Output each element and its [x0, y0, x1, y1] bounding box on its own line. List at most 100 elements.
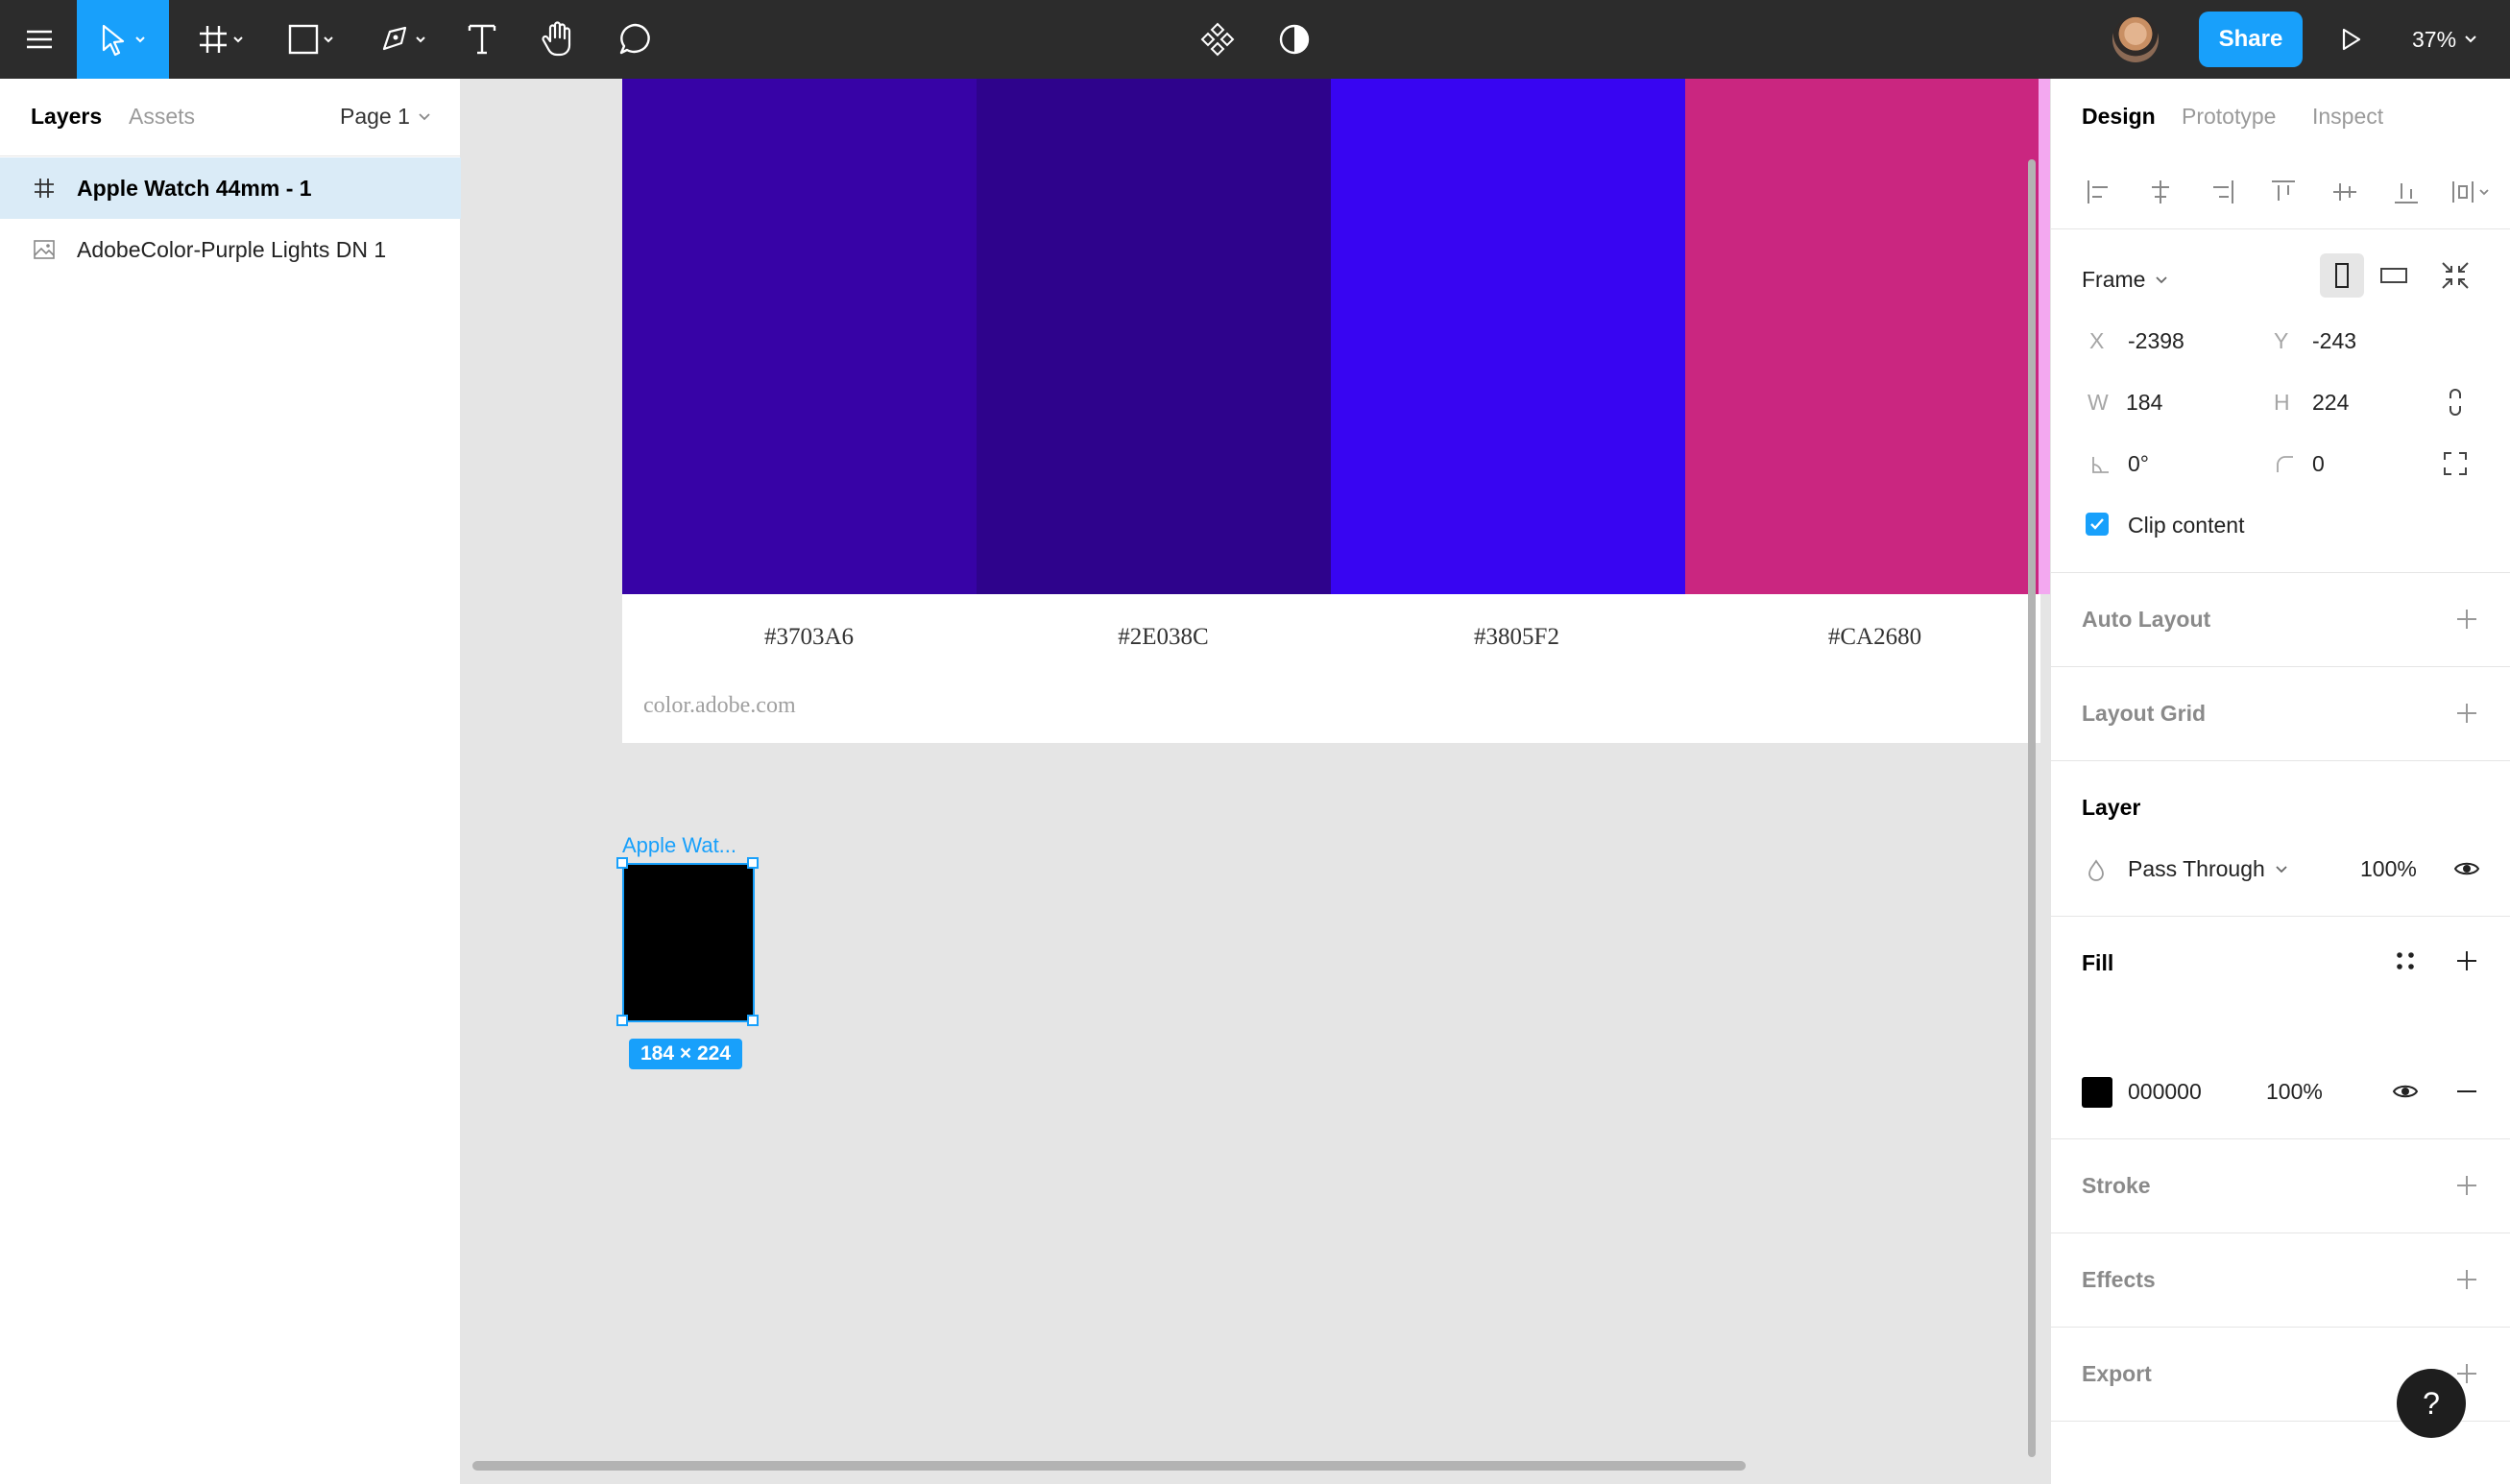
align-horizontal-center-icon[interactable] — [2141, 173, 2180, 211]
pen-tool-button[interactable] — [371, 0, 440, 79]
remove-fill-icon[interactable] — [2452, 1077, 2481, 1106]
x-position-field[interactable]: X -2398 — [2089, 328, 2184, 354]
zoom-dropdown[interactable]: 37% — [2412, 0, 2477, 79]
constrain-proportions-button[interactable] — [2433, 380, 2477, 424]
layer-opacity-value[interactable]: 100% — [2360, 856, 2417, 882]
fill-color-swatch[interactable] — [2082, 1077, 2112, 1108]
align-left-icon[interactable] — [2080, 173, 2118, 211]
adjacent-frame-edge — [2039, 79, 2050, 594]
share-button[interactable]: Share — [2199, 12, 2303, 67]
shape-tool-button[interactable] — [278, 0, 348, 79]
divider — [2051, 1327, 2510, 1328]
height-field[interactable]: H 224 — [2274, 390, 2349, 416]
page-selector[interactable]: Page 1 — [340, 104, 431, 130]
portrait-orientation-button[interactable] — [2320, 253, 2364, 298]
layer-item[interactable]: Apple Watch 44mm - 1 — [0, 157, 461, 219]
add-layout-grid-icon[interactable] — [2452, 699, 2481, 728]
image-icon — [34, 240, 55, 259]
appearance-toggle-button[interactable] — [1273, 0, 1315, 79]
tab-assets[interactable]: Assets — [129, 104, 195, 130]
rotation-field[interactable]: 0° — [2089, 451, 2149, 477]
fill-hex-value[interactable]: 000000 — [2128, 1079, 2202, 1105]
portrait-icon — [2335, 263, 2349, 288]
frame-name-label[interactable]: Apple Wat... — [622, 833, 736, 858]
text-tool-button[interactable] — [459, 0, 505, 79]
comment-bubble-icon — [619, 23, 650, 55]
corner-radius-field[interactable]: 0 — [2274, 451, 2325, 477]
chevron-down-icon — [2276, 865, 2287, 873]
landscape-orientation-button[interactable] — [2372, 253, 2416, 298]
page-selector-label: Page 1 — [340, 104, 410, 129]
clip-content-checkbox[interactable] — [2086, 513, 2109, 536]
horizontal-scrollbar[interactable] — [472, 1461, 1746, 1471]
add-effect-icon[interactable] — [2452, 1265, 2481, 1294]
divider — [2051, 572, 2510, 573]
align-vertical-center-icon[interactable] — [2326, 173, 2364, 211]
frame-type-dropdown[interactable]: Frame — [2082, 267, 2168, 293]
blend-drop-icon — [2088, 859, 2104, 881]
chevron-down-icon — [419, 112, 430, 120]
align-top-icon[interactable] — [2264, 173, 2303, 211]
width-field[interactable]: W 184 — [2088, 390, 2162, 416]
independent-corners-button[interactable] — [2433, 442, 2477, 486]
design-canvas[interactable]: #3703A6 #2E038C #3805F2 #CA2680 color.ad… — [461, 79, 2050, 1484]
color-swatch — [1331, 79, 1685, 594]
fill-visibility-eye-icon[interactable] — [2391, 1077, 2420, 1106]
tab-layers[interactable]: Layers — [31, 104, 102, 130]
corner-radius-value: 0 — [2312, 451, 2325, 476]
blend-mode-dropdown[interactable]: Pass Through — [2128, 856, 2288, 882]
half-circle-contrast-icon — [1279, 24, 1310, 55]
comment-tool-button[interactable] — [613, 0, 659, 79]
pen-icon — [382, 26, 425, 51]
layer-visibility-eye-icon[interactable] — [2452, 854, 2481, 883]
layer-item[interactable]: AdobeColor-Purple Lights DN 1 — [0, 219, 461, 280]
align-bottom-icon[interactable] — [2387, 173, 2426, 211]
tab-inspect[interactable]: Inspect — [2312, 104, 2383, 130]
add-stroke-icon[interactable] — [2452, 1171, 2481, 1200]
hand-tool-button[interactable] — [536, 0, 582, 79]
resize-handle[interactable] — [747, 857, 759, 869]
layer-name: Apple Watch 44mm - 1 — [77, 175, 312, 201]
rectangle-icon — [288, 24, 333, 55]
resize-handle[interactable] — [616, 1015, 628, 1026]
vertical-scrollbar[interactable] — [2028, 159, 2036, 1457]
fill-section-title: Fill — [2082, 950, 2114, 975]
frame-type-label: Frame — [2082, 267, 2146, 292]
resize-to-fit-button[interactable] — [2433, 253, 2477, 298]
components-button[interactable] — [1196, 0, 1239, 79]
palette-source-text: color.adobe.com — [643, 693, 796, 718]
cursor-arrow-icon — [102, 24, 145, 57]
frame-tool-button[interactable] — [188, 0, 257, 79]
fill-opacity-value[interactable]: 100% — [2266, 1079, 2323, 1105]
collapse-arrows-icon — [2442, 262, 2469, 289]
fill-styles-icon[interactable] — [2391, 946, 2420, 975]
text-t-icon — [468, 24, 496, 55]
checkmark-icon — [2090, 518, 2104, 530]
color-swatch — [1685, 79, 2040, 594]
tab-prototype[interactable]: Prototype — [2182, 104, 2276, 130]
tab-design[interactable]: Design — [2082, 104, 2156, 130]
present-button[interactable] — [2329, 0, 2372, 79]
y-position-field[interactable]: Y -243 — [2274, 328, 2356, 354]
component-diamond-icon — [1200, 22, 1235, 57]
y-value: -243 — [2312, 328, 2357, 353]
add-fill-icon[interactable] — [2452, 946, 2481, 975]
apple-watch-frame[interactable] — [622, 863, 755, 1022]
layer-name: AdobeColor-Purple Lights DN 1 — [77, 236, 387, 262]
swatch-hex-label: #CA2680 — [1827, 624, 1922, 650]
resize-handle[interactable] — [616, 857, 628, 869]
main-menu-icon[interactable] — [13, 0, 65, 79]
resize-handle[interactable] — [747, 1015, 759, 1026]
landscape-icon — [2380, 268, 2407, 283]
move-tool-button[interactable] — [77, 0, 169, 79]
alignment-toolbar — [2080, 173, 2493, 211]
swatch-hex-label: #2E038C — [1118, 624, 1209, 650]
user-avatar[interactable] — [2112, 16, 2159, 62]
color-palette-image[interactable]: #3703A6 #2E038C #3805F2 #CA2680 color.ad… — [622, 79, 2040, 743]
add-auto-layout-icon[interactable] — [2452, 605, 2481, 634]
top-toolbar: Share 37% — [0, 0, 2510, 79]
left-panel-tabs: Layers Assets Page 1 — [0, 79, 461, 156]
help-button[interactable]: ? — [2397, 1369, 2466, 1438]
distribute-icon[interactable] — [2449, 173, 2493, 211]
align-right-icon[interactable] — [2203, 173, 2241, 211]
